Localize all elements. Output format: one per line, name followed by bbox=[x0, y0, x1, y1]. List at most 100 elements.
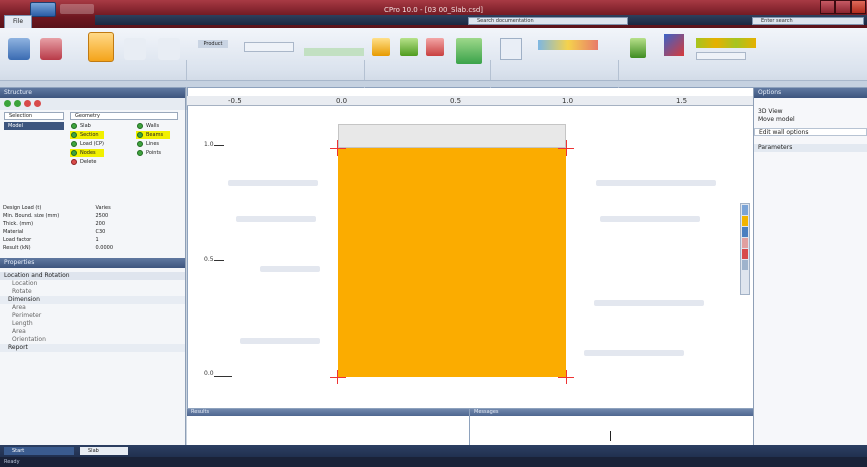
taskbar-item[interactable]: Slab bbox=[80, 447, 128, 455]
tool-icon[interactable] bbox=[742, 205, 748, 215]
x-tick-label: -0.5 bbox=[228, 97, 242, 105]
results-pane[interactable]: Results bbox=[187, 408, 470, 445]
property-item[interactable]: Area bbox=[0, 328, 185, 336]
filter-section[interactable]: Section bbox=[70, 131, 104, 139]
tool-icon[interactable] bbox=[742, 227, 748, 237]
refresh-icon[interactable] bbox=[14, 100, 21, 107]
background-text bbox=[260, 266, 320, 272]
property-row[interactable]: Design Load (t) Varies bbox=[0, 204, 185, 212]
analysis-button[interactable] bbox=[8, 38, 30, 60]
filter-delete[interactable]: Delete bbox=[70, 158, 104, 166]
filter-nodes[interactable]: Nodes bbox=[70, 149, 104, 157]
x-tick-label: 1.0 bbox=[562, 97, 574, 105]
slab-edge-strip[interactable] bbox=[338, 124, 566, 148]
messages-pane[interactable]: Messages bbox=[470, 408, 753, 445]
option-item[interactable]: Edit wall options bbox=[754, 128, 867, 136]
taskbar-item[interactable]: Start bbox=[4, 447, 74, 455]
option-item[interactable]: Move model bbox=[754, 116, 867, 124]
filter-beams[interactable]: Beams bbox=[136, 131, 170, 139]
loads-icon[interactable] bbox=[426, 38, 444, 56]
background-text bbox=[236, 216, 316, 222]
text-cursor bbox=[610, 431, 611, 441]
filter-walls[interactable]: Walls bbox=[136, 122, 170, 130]
product-label: Product bbox=[198, 40, 228, 48]
property-item[interactable]: Perimeter bbox=[0, 312, 185, 320]
check-icon bbox=[137, 123, 143, 129]
close-button[interactable] bbox=[850, 0, 866, 14]
element-filter: Model Slab Section Beams Walls Load (CP)… bbox=[0, 122, 185, 204]
search-input-2[interactable]: Enter search bbox=[752, 17, 864, 25]
background-text bbox=[600, 216, 700, 222]
property-row[interactable]: Thick. (mm) 200 bbox=[0, 220, 185, 228]
property-row[interactable]: Result (kN) 0.0000 bbox=[0, 244, 185, 252]
option-item[interactable]: 3D View bbox=[754, 108, 867, 116]
option-item[interactable]: Parameters bbox=[754, 144, 867, 152]
check-icon bbox=[137, 141, 143, 147]
minimize-button[interactable] bbox=[820, 0, 836, 14]
properties-icon[interactable] bbox=[400, 38, 418, 56]
slab-element[interactable] bbox=[338, 148, 566, 377]
corner-marker bbox=[330, 148, 346, 149]
draw-icon[interactable] bbox=[664, 34, 684, 56]
check-icon bbox=[71, 123, 77, 129]
delete-icon bbox=[71, 159, 77, 165]
tool-icon[interactable] bbox=[742, 260, 748, 270]
y-tick bbox=[214, 260, 224, 261]
check-icon bbox=[137, 150, 143, 156]
property-item[interactable]: Dimension bbox=[0, 296, 185, 304]
properties-group[interactable]: Location and Rotation bbox=[0, 272, 185, 280]
x-tick-label: 0.0 bbox=[336, 97, 348, 105]
view-icon[interactable] bbox=[456, 38, 482, 64]
clear-icon[interactable] bbox=[34, 100, 41, 107]
tool-icon[interactable] bbox=[742, 216, 748, 226]
style-gallery[interactable] bbox=[538, 40, 598, 50]
ribbon-group-labels bbox=[0, 80, 867, 87]
display-tools[interactable] bbox=[304, 48, 364, 56]
load-combo[interactable] bbox=[696, 52, 746, 60]
tool-icon[interactable] bbox=[742, 238, 748, 248]
tree-root[interactable]: Model bbox=[4, 122, 64, 130]
app-menu-button[interactable] bbox=[30, 2, 56, 17]
y-tick bbox=[214, 145, 224, 146]
quick-access-toolbar[interactable] bbox=[60, 4, 94, 14]
dimension-button[interactable] bbox=[500, 38, 522, 60]
property-item[interactable]: Rotate bbox=[0, 288, 185, 296]
property-row[interactable]: Material C30 bbox=[0, 228, 185, 236]
property-item[interactable]: Report bbox=[0, 344, 185, 352]
check-icon[interactable] bbox=[630, 38, 646, 58]
vertical-toolbar[interactable] bbox=[740, 203, 750, 295]
selection-combo[interactable]: Selection bbox=[4, 112, 64, 120]
window-title: CPro 10.0 - [03 00_Slab.csd] bbox=[383, 6, 484, 14]
ok-icon[interactable] bbox=[4, 100, 11, 107]
geometry-button[interactable] bbox=[40, 38, 62, 60]
property-item[interactable]: Orientation bbox=[0, 336, 185, 344]
search-input[interactable]: Search documentation bbox=[468, 17, 628, 25]
background-text bbox=[596, 180, 716, 186]
corner-marker bbox=[566, 370, 567, 384]
filter-lines[interactable]: Lines bbox=[136, 140, 170, 148]
check-icon bbox=[137, 132, 143, 138]
filter-points[interactable]: Points bbox=[136, 149, 170, 157]
geometry-combo[interactable]: Geometry bbox=[70, 112, 178, 120]
product-button[interactable] bbox=[158, 38, 180, 60]
filter-slab[interactable]: Slab bbox=[70, 122, 104, 130]
corner-marker bbox=[337, 140, 338, 156]
tab-file[interactable]: File bbox=[4, 15, 32, 29]
tool-icon[interactable] bbox=[742, 249, 748, 259]
load-cases[interactable] bbox=[696, 38, 756, 48]
property-item[interactable]: Area bbox=[0, 304, 185, 312]
layer-combo[interactable] bbox=[244, 42, 294, 52]
filter-load[interactable]: Load (CP) bbox=[70, 140, 104, 148]
maximize-button[interactable] bbox=[835, 0, 851, 14]
redo-button[interactable] bbox=[124, 38, 146, 60]
corner-marker bbox=[566, 140, 567, 156]
property-row[interactable]: Load factor 1 bbox=[0, 236, 185, 244]
property-item[interactable]: Length bbox=[0, 320, 185, 328]
section-icon[interactable] bbox=[372, 38, 390, 56]
undo-button[interactable] bbox=[88, 32, 114, 62]
delete-icon[interactable] bbox=[24, 100, 31, 107]
property-row[interactable]: Min. Bound. size (mm) 2500 bbox=[0, 212, 185, 220]
property-item[interactable]: Location bbox=[0, 280, 185, 288]
structure-toolbar bbox=[0, 98, 185, 110]
window-controls[interactable] bbox=[820, 0, 866, 16]
